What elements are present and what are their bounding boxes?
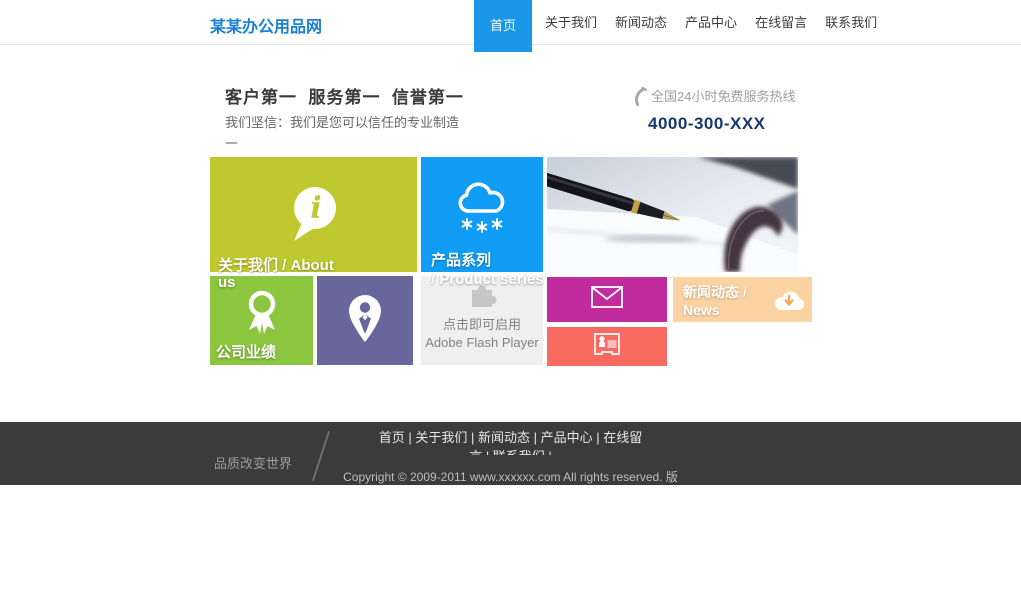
tile-news[interactable]: 新闻动态 / News [673, 277, 812, 322]
footer-slash-divider [312, 431, 330, 481]
award-ribbon-icon [210, 288, 313, 341]
info-speech-bubble-icon: i [210, 183, 417, 250]
banner-pen-photo [547, 157, 798, 272]
envelope-icon [591, 286, 623, 313]
hotline-number: 4000-300-XXX [648, 114, 795, 134]
flash-player-placeholder[interactable]: 点击即可启用 Adobe Flash Player [421, 276, 543, 365]
header: 某某办公用品网 首页 关于我们 新闻动态 产品中心 在线留言 联系我们 [0, 0, 1021, 45]
map-pin-person-icon [317, 294, 413, 349]
page: 某某办公用品网 首页 关于我们 新闻动态 产品中心 在线留言 联系我们 客户第一… [0, 0, 1021, 593]
id-card-icon [593, 333, 621, 360]
cloud-download-icon [774, 289, 804, 311]
tile-about-us[interactable]: i 关于我们 / About us [210, 157, 417, 272]
nav-item-contact[interactable]: 联系我们 [816, 0, 886, 45]
nav-item-home[interactable]: 首页 [474, 0, 532, 52]
tile-news-label: 新闻动态 / News [683, 282, 774, 318]
site-logo[interactable]: 某某办公用品网 [210, 13, 322, 37]
phone-handset-icon [632, 87, 647, 111]
svg-text:i: i [310, 191, 321, 226]
nav-item-news[interactable]: 新闻动态 [606, 0, 676, 45]
tile-contact-card[interactable] [547, 327, 667, 366]
footer-nav-line1[interactable]: 首页 | 关于我们 | 新闻动态 | 产品中心 | 在线留 [366, 428, 656, 447]
tile-products-label: 产品系列 / Product series [431, 251, 581, 289]
tile-about-label: 关于我们 / About us [218, 257, 413, 291]
nav-item-products[interactable]: 产品中心 [676, 0, 746, 45]
footer-nav[interactable]: 首页 | 关于我们 | 新闻动态 | 产品中心 | 在线留 言 | 联系我们 | [366, 428, 656, 455]
footer-copyright: Copyright © 2009-2011 www.xxxxxx.com All… [343, 468, 678, 485]
hero-title: 客户第一 服务第一 信誉第一 [225, 83, 464, 108]
tile-achievements-label: 公司业绩 [216, 341, 276, 362]
footer: 品质改变世界 首页 | 关于我们 | 新闻动态 | 产品中心 | 在线留 言 |… [0, 422, 1021, 485]
hotline-block: 全国24小时免费服务热线 4000-300-XXX [632, 86, 795, 134]
tile-product-series[interactable]: 产品系列 / Product series [421, 157, 543, 272]
flash-placeholder-text: 点击即可启用 Adobe Flash Player [421, 316, 543, 352]
fountain-pen-photo [547, 157, 798, 272]
cloud-snow-icon [421, 181, 543, 238]
footer-nav-line2[interactable]: 言 | 联系我们 | [366, 447, 656, 455]
nav-item-message[interactable]: 在线留言 [746, 0, 816, 45]
main-nav: 首页 关于我们 新闻动态 产品中心 在线留言 联系我们 [474, 0, 886, 52]
hero-subtitle: 我们坚信：我们是您可以信任的专业制造一 [225, 112, 463, 154]
hotline-label: 全国24小时免费服务热线 [651, 86, 795, 105]
nav-item-about[interactable]: 关于我们 [536, 0, 606, 45]
footer-slogan: 品质改变世界 [214, 453, 292, 472]
